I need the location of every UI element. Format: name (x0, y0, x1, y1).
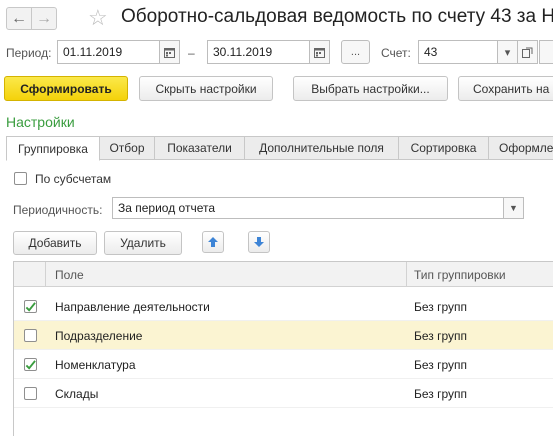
table-row[interactable]: Подразделение Без групп (14, 321, 553, 350)
row-checkbox[interactable] (24, 358, 37, 371)
arrow-up-icon (208, 237, 218, 247)
tab-formatting[interactable]: Оформле (488, 136, 553, 160)
account-open-button[interactable] (517, 40, 538, 64)
table-header: Поле Тип группировки (14, 262, 553, 287)
period-separator: – (188, 46, 195, 60)
account-field[interactable]: 43 (418, 40, 498, 64)
row-field-name: Направление деятельности (55, 300, 210, 314)
row-field-name: Номенклатура (55, 358, 136, 372)
checkmark-icon (25, 301, 36, 312)
calendar-icon (164, 47, 175, 58)
table-row[interactable]: Направление деятельности Без групп (14, 292, 553, 321)
row-field-name: Склады (55, 387, 99, 401)
save-settings-button[interactable]: Сохранить на (458, 76, 553, 101)
chevron-down-icon: ▾ (504, 46, 511, 59)
by-subaccounts-checkbox[interactable] (14, 172, 27, 185)
tab-additional-fields[interactable]: Дополнительные поля (244, 136, 399, 160)
add-button[interactable]: Добавить (13, 231, 97, 255)
account-label: Счет: (381, 46, 411, 60)
move-up-button[interactable] (202, 231, 224, 253)
period-from-field[interactable]: 01.11.2019 (57, 40, 160, 64)
period-select-button[interactable]: ... (341, 40, 370, 64)
generate-button[interactable]: Сформировать (4, 76, 128, 101)
choose-settings-button[interactable]: Выбрать настройки... (293, 76, 448, 101)
period-to-field[interactable]: 30.11.2019 (207, 40, 310, 64)
arrow-left-icon: ← (11, 9, 27, 27)
row-group-type[interactable]: Без групп (414, 300, 467, 314)
periodicity-dropdown-button[interactable]: ▼ (503, 197, 524, 219)
hide-settings-button[interactable]: Скрыть настройки (139, 76, 273, 101)
grouping-table: Поле Тип группировки Направление деятель… (13, 261, 553, 436)
column-header-type[interactable]: Тип группировки (414, 268, 506, 282)
arrow-down-icon (254, 237, 264, 247)
row-checkbox[interactable] (24, 387, 37, 400)
back-button[interactable]: ← (6, 7, 32, 30)
row-group-type[interactable]: Без групп (414, 387, 467, 401)
row-group-type[interactable]: Без групп (414, 329, 467, 343)
forward-button[interactable]: → (31, 7, 57, 30)
tab-grouping[interactable]: Группировка (6, 136, 100, 161)
period-label: Период: (6, 46, 52, 60)
account-clear-button[interactable] (539, 40, 553, 64)
move-down-button[interactable] (248, 231, 270, 253)
delete-button[interactable]: Удалить (104, 231, 182, 255)
tab-sorting[interactable]: Сортировка (398, 136, 489, 160)
table-row[interactable]: Номенклатура Без групп (14, 350, 553, 379)
favorite-star-icon[interactable]: ☆ (88, 5, 108, 31)
column-header-field[interactable]: Поле (55, 268, 84, 282)
calendar-to-button[interactable] (309, 40, 330, 64)
row-field-name: Подразделение (55, 329, 143, 343)
calendar-icon (314, 47, 325, 58)
account-dropdown-button[interactable]: ▾ (497, 40, 518, 64)
column-divider (406, 262, 407, 287)
checkmark-icon (25, 359, 36, 370)
column-divider (45, 262, 46, 287)
periodicity-field[interactable]: За период отчета (112, 197, 504, 219)
row-checkbox[interactable] (24, 300, 37, 313)
arrow-right-icon: → (36, 9, 52, 27)
chevron-down-icon: ▼ (509, 203, 518, 213)
row-checkbox[interactable] (24, 329, 37, 342)
settings-title: Настройки (6, 114, 75, 130)
open-icon (522, 47, 533, 58)
by-subaccounts-label: По субсчетам (35, 172, 112, 186)
table-row[interactable]: Склады Без групп (14, 379, 553, 408)
tab-indicators[interactable]: Показатели (154, 136, 245, 160)
row-group-type[interactable]: Без групп (414, 358, 467, 372)
tab-filter[interactable]: Отбор (99, 136, 155, 160)
calendar-from-button[interactable] (159, 40, 180, 64)
periodicity-label: Периодичность: (13, 203, 103, 217)
window-title: Оборотно-сальдовая ведомость по счету 43… (121, 6, 553, 27)
